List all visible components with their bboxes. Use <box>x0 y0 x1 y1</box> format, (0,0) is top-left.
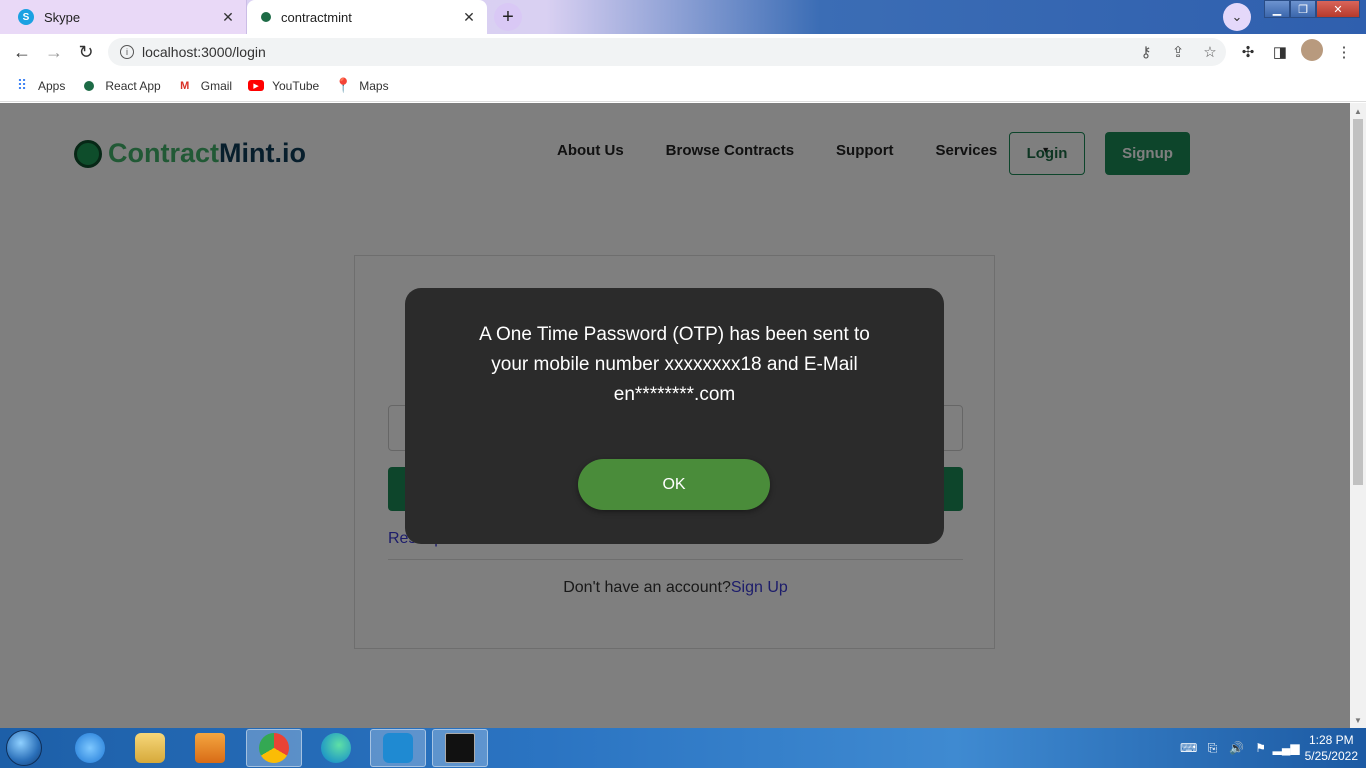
folder-icon <box>135 733 165 763</box>
bookmark-react-app[interactable]: React App <box>81 78 161 94</box>
toolbar-actions: ✣ ◨ ⋮ <box>1232 34 1360 70</box>
info-icon[interactable]: i <box>120 45 134 59</box>
star-icon[interactable]: ☆ <box>1194 43 1226 61</box>
new-tab-button[interactable]: + <box>494 3 522 31</box>
taskbar-file-explorer[interactable] <box>122 729 178 767</box>
bookmark-maps[interactable]: 📍 Maps <box>334 77 389 94</box>
scroll-down-icon[interactable]: ▼ <box>1350 712 1366 728</box>
bookmark-apps[interactable]: ⠿ Apps <box>14 77 66 94</box>
apps-grid-icon: ⠿ <box>16 77 28 93</box>
web-page: ContractMint.io About Us Browse Contract… <box>0 103 1350 728</box>
skype-icon: S <box>18 9 34 25</box>
page-scrollbar[interactable]: ▲ ▼ <box>1350 103 1366 728</box>
tab-search-button[interactable]: ⌄ <box>1223 3 1251 31</box>
taskbar-chrome[interactable] <box>246 729 302 767</box>
extensions-icon[interactable]: ✣ <box>1232 43 1264 61</box>
scrollbar-thumb[interactable] <box>1353 119 1363 485</box>
contractmint-icon <box>261 12 271 22</box>
tab-title: Skype <box>44 9 81 25</box>
start-button[interactable] <box>6 730 42 766</box>
close-window-button[interactable]: ✕ <box>1316 0 1360 18</box>
profile-avatar[interactable] <box>1296 39 1328 65</box>
back-icon[interactable]: ← <box>6 36 38 68</box>
taskbar-edge[interactable] <box>308 729 364 767</box>
bookmarks-bar: ⠿ Apps React App M Gmail ▶ YouTube 📍 Map… <box>0 70 1366 102</box>
youtube-icon: ▶ <box>248 78 265 94</box>
clock[interactable]: 1:28 PM 5/25/2022 <box>1305 732 1358 764</box>
close-icon[interactable]: ✕ <box>218 9 238 26</box>
internet-explorer-icon <box>75 733 105 763</box>
url-text[interactable]: localhost:3000/login <box>142 44 1130 60</box>
minimize-button[interactable]: ▁ <box>1264 0 1290 18</box>
language-icon[interactable]: ⌨ <box>1177 741 1201 755</box>
taskbar-cmd[interactable] <box>432 729 488 767</box>
vscode-icon <box>383 733 413 763</box>
menu-icon[interactable]: ⋮ <box>1328 43 1360 61</box>
close-icon[interactable]: ✕ <box>459 9 479 26</box>
otp-alert-dialog: A One Time Password (OTP) has been sent … <box>405 288 944 544</box>
signal-icon[interactable]: ▂▄▆ <box>1273 741 1300 755</box>
react-icon <box>81 78 97 94</box>
taskbar-media-player[interactable] <box>182 729 238 767</box>
restore-button[interactable]: ❐ <box>1290 0 1316 18</box>
system-tray: ⌨ ⎘ 🔊 ⚑ ▂▄▆ 1:28 PM 5/25/2022 <box>1177 728 1358 768</box>
terminal-icon <box>445 733 475 763</box>
key-icon[interactable]: ⚷ <box>1130 43 1162 61</box>
otp-message: A One Time Password (OTP) has been sent … <box>479 324 870 405</box>
windows-taskbar: ⌨ ⎘ 🔊 ⚑ ▂▄▆ 1:28 PM 5/25/2022 <box>0 728 1366 768</box>
taskbar-internet-explorer[interactable] <box>62 729 118 767</box>
gmail-icon: M <box>180 79 190 92</box>
reload-icon[interactable]: ↻ <box>70 36 102 68</box>
chrome-icon <box>259 733 289 763</box>
date: 5/25/2022 <box>1304 749 1358 763</box>
taskbar-vscode[interactable] <box>370 729 426 767</box>
tab-skype[interactable]: S Skype ✕ <box>0 0 247 34</box>
window-controls: ▁ ❐ ✕ <box>1264 0 1360 18</box>
side-panel-icon[interactable]: ◨ <box>1264 43 1296 61</box>
edge-icon <box>321 733 351 763</box>
browser-tabstrip: S Skype ✕ contractmint ✕ + ⌄ ▁ ❐ ✕ <box>0 0 1366 34</box>
ok-button[interactable]: OK <box>578 459 770 510</box>
tab-contractmint[interactable]: contractmint ✕ <box>247 0 487 34</box>
scroll-up-icon[interactable]: ▲ <box>1350 103 1366 119</box>
forward-icon[interactable]: → <box>38 36 70 68</box>
browser-toolbar: ← → ↻ i localhost:3000/login ⚷ ⇪ ☆ ✣ ◨ ⋮ <box>0 34 1366 70</box>
volume-icon[interactable]: 🔊 <box>1225 741 1249 755</box>
usb-icon[interactable]: ⎘ <box>1201 741 1225 756</box>
address-bar[interactable]: i localhost:3000/login ⚷ ⇪ ☆ <box>108 38 1226 66</box>
maps-icon: 📍 <box>334 77 352 93</box>
bookmark-youtube[interactable]: ▶ YouTube <box>248 78 319 94</box>
network-error-icon[interactable]: ⚑ <box>1249 741 1273 755</box>
tab-title: contractmint <box>281 9 352 25</box>
share-icon[interactable]: ⇪ <box>1162 43 1194 61</box>
time: 1:28 PM <box>1308 733 1354 747</box>
bookmark-gmail[interactable]: M Gmail <box>177 78 232 94</box>
media-player-icon <box>195 733 225 763</box>
